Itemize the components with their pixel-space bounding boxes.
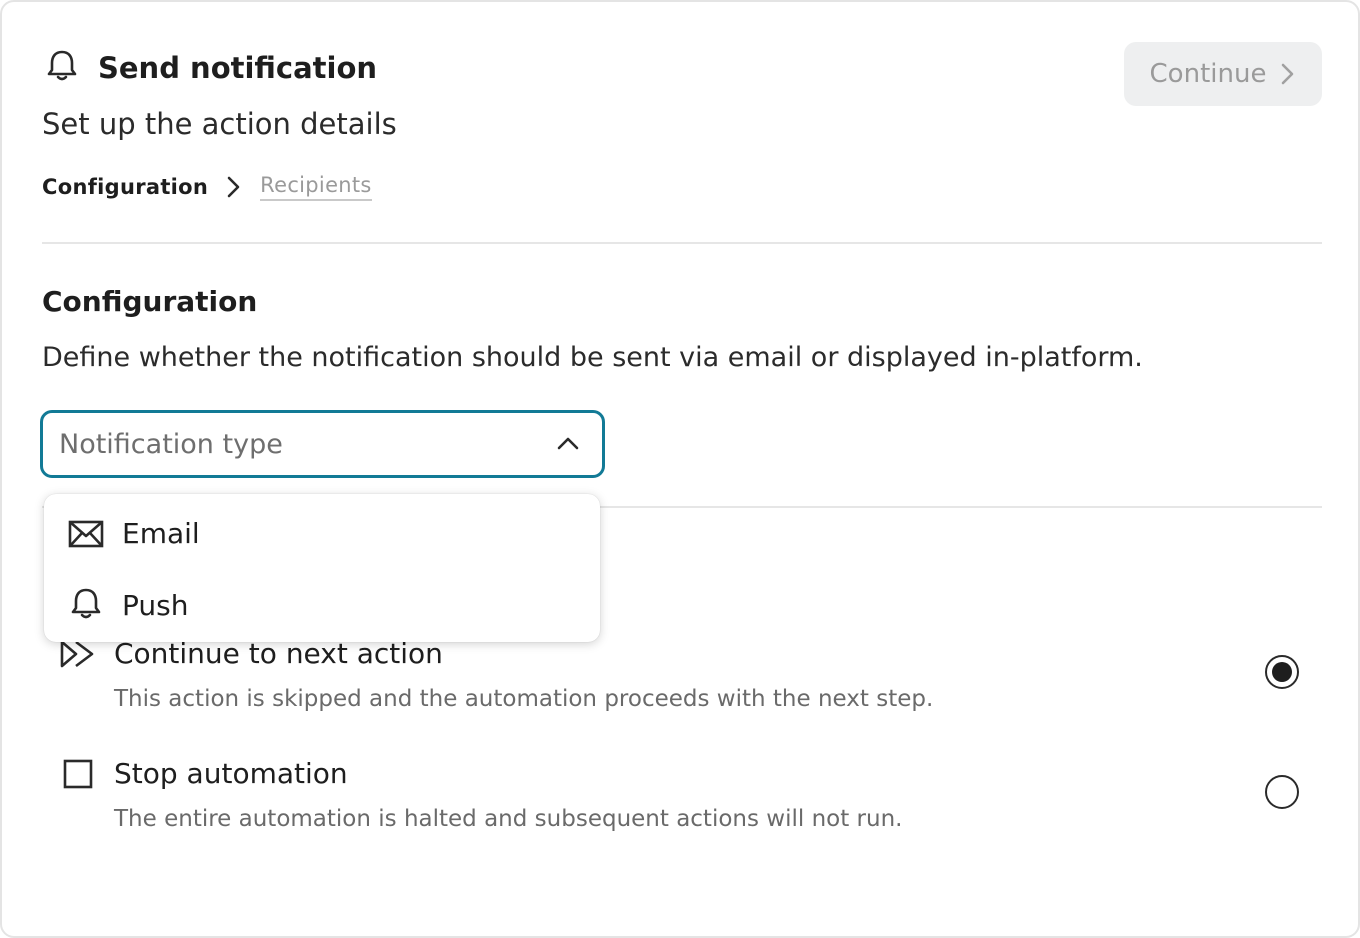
section-title: Configuration <box>42 285 258 318</box>
stop-square-icon <box>60 756 96 792</box>
bell-icon <box>45 48 79 84</box>
breadcrumb: Configuration Recipients <box>42 170 372 204</box>
breadcrumb-configuration[interactable]: Configuration <box>42 175 208 199</box>
dropdown-option-push[interactable]: Push <box>44 570 600 642</box>
notification-type-dropdown: Email Push <box>44 494 600 642</box>
page-subtitle: Set up the action details <box>42 107 397 141</box>
radio-stop-automation[interactable] <box>1265 775 1299 809</box>
option-description: This action is skipped and the automatio… <box>114 686 934 712</box>
bell-icon <box>68 586 104 622</box>
select-placeholder: Notification type <box>59 428 283 460</box>
page-title: Send notification <box>98 51 378 85</box>
dropdown-option-email[interactable]: Email <box>44 498 600 570</box>
notification-type-select[interactable]: Notification type <box>40 410 605 478</box>
header-divider <box>42 242 1322 244</box>
envelope-icon <box>68 516 104 552</box>
chevron-up-icon <box>556 434 580 452</box>
chevron-right-icon <box>1280 62 1296 86</box>
continue-button-label: Continue <box>1149 59 1267 89</box>
option-title: Stop automation <box>114 757 348 790</box>
continue-button[interactable]: Continue <box>1124 42 1322 106</box>
section-description: Define whether the notification should b… <box>42 342 1143 373</box>
breadcrumb-recipients[interactable]: Recipients <box>260 173 372 201</box>
option-description: The entire automation is halted and subs… <box>114 806 903 832</box>
dropdown-option-label: Push <box>122 589 189 622</box>
action-setup-card: Send notification Set up the action deta… <box>0 0 1360 938</box>
dropdown-option-label: Email <box>122 517 200 550</box>
chevron-right-icon <box>226 175 242 199</box>
radio-continue-next-action[interactable] <box>1265 655 1299 689</box>
